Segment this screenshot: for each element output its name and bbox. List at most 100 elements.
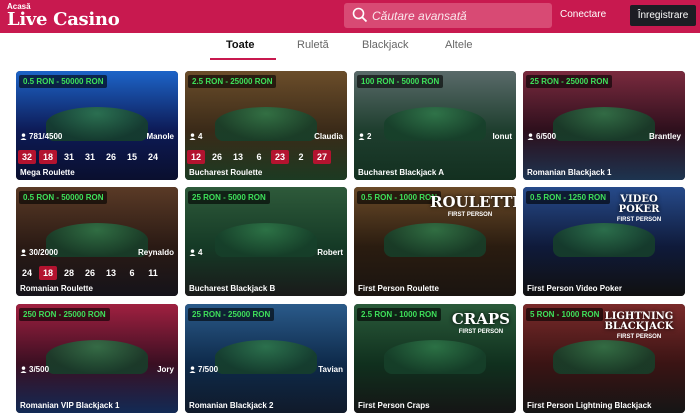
game-name: First Person Craps <box>358 401 430 410</box>
stake-range: 2.5 RON - 1000 RON <box>357 308 442 321</box>
result-number: 26 <box>105 152 116 162</box>
user-icon <box>358 133 365 140</box>
game-card[interactable]: 0.5 RON - 50000 RON 30/2000 Reynaldo 24 18 28… <box>16 187 178 296</box>
dealer-name: Ionut <box>492 132 512 141</box>
player-count-value: 30/2000 <box>29 248 58 257</box>
game-card[interactable]: 0.5 RON - 50000 RON 781/4500 Manole 32 18 31 3… <box>16 71 178 180</box>
result-number: 13 <box>105 268 116 278</box>
game-name: Bucharest Blackjack A <box>358 168 444 177</box>
result-number: 27 <box>313 150 331 164</box>
stake-range: 0.5 RON - 50000 RON <box>19 75 108 88</box>
user-icon <box>20 249 27 256</box>
result-number: 11 <box>148 268 158 278</box>
result-number: 26 <box>211 152 222 162</box>
player-count: 2 <box>358 132 371 141</box>
user-icon <box>527 133 534 140</box>
game-table-art <box>46 223 148 257</box>
top-header: Acasă Live Casino Căutare avansată Conec… <box>0 0 700 33</box>
result-number: 2 <box>298 152 304 162</box>
stake-range: 25 RON - 5000 RON <box>188 191 270 204</box>
search-placeholder: Căutare avansată <box>372 9 467 23</box>
player-count: 4 <box>189 132 202 141</box>
stake-range: 25 RON - 25000 RON <box>188 308 275 321</box>
player-count: 30/2000 <box>20 248 58 257</box>
game-brand-title: CRAPS <box>451 310 510 328</box>
game-brand-subtitle: FIRST PERSON <box>447 212 493 218</box>
game-brand-title: VIDEO POKER <box>618 194 660 215</box>
result-number: 6 <box>129 268 135 278</box>
game-card[interactable]: 25 RON - 25000 RON 7/500 Tavian Romanian Bl… <box>185 304 347 413</box>
game-name: Romanian Blackjack 1 <box>527 168 612 177</box>
result-number: 18 <box>39 266 57 280</box>
login-button[interactable]: Conectare <box>560 9 606 20</box>
game-card[interactable]: 0.5 RON - 1250 RON VIDEO POKER FIRST PERSO… <box>523 187 685 296</box>
result-number: 18 <box>39 150 57 164</box>
game-card[interactable]: 250 RON - 25000 RON 3/500 Jory Romanian VIP… <box>16 304 178 413</box>
game-table-art <box>215 340 317 374</box>
player-count-value: 781/4500 <box>29 132 63 141</box>
game-card[interactable]: 25 RON - 25000 RON 6/500 Brantley Romanian … <box>523 71 685 180</box>
user-icon <box>189 133 196 140</box>
result-number: 13 <box>232 152 243 162</box>
game-brand-logo: LIGHTNING BLACKJACK FIRST PERSON <box>599 312 679 341</box>
stake-range: 5 RON - 1000 RON <box>526 308 604 321</box>
result-number: 26 <box>84 268 95 278</box>
game-table-art <box>553 107 655 141</box>
game-table-art <box>553 340 655 374</box>
game-name: Bucharest Blackjack B <box>189 284 276 293</box>
game-card[interactable]: 5 RON - 1000 RON LIGHTNING BLACKJACK FIRST… <box>523 304 685 413</box>
active-tab-indicator <box>210 58 276 60</box>
game-card[interactable]: 25 RON - 5000 RON 4 Robert Bucharest Blackj… <box>185 187 347 296</box>
search-input[interactable]: Căutare avansată <box>344 3 552 28</box>
stake-range: 100 RON - 5000 RON <box>357 75 444 88</box>
game-name: Bucharest Roulette <box>189 168 263 177</box>
player-count-value: 7/500 <box>198 365 219 374</box>
result-number: 15 <box>126 152 137 162</box>
dealer-name: Brantley <box>648 132 681 141</box>
recent-results: 12 26 13 6 23 2 27 <box>187 147 334 164</box>
game-table-art <box>215 223 317 257</box>
tab-all[interactable]: Toate <box>226 39 255 51</box>
game-card[interactable]: 0.5 RON - 1000 RON ROULETTE FIRST PERSON Fi… <box>354 187 516 296</box>
tab-blackjack[interactable]: Blackjack <box>362 39 408 51</box>
result-number: 12 <box>187 150 205 164</box>
game-brand-subtitle: FIRST PERSON <box>616 334 662 340</box>
dealer-name: Manole <box>146 132 174 141</box>
recent-results: 32 18 31 31 26 15 24 <box>18 147 165 164</box>
search-icon <box>352 7 368 23</box>
game-name: Romanian Roulette <box>20 284 93 293</box>
game-table-art <box>384 223 486 257</box>
register-button[interactable]: Înregistrare <box>630 5 696 26</box>
user-icon <box>20 366 27 373</box>
result-number: 24 <box>147 152 158 162</box>
game-table-art <box>553 223 655 257</box>
recent-results: 24 18 28 26 13 6 11 <box>18 263 165 280</box>
game-brand-logo: VIDEO POKER FIRST PERSON <box>599 194 679 224</box>
user-icon <box>20 133 27 140</box>
game-name: Romanian VIP Blackjack 1 <box>20 401 120 410</box>
player-count: 3/500 <box>20 365 49 374</box>
player-count: 4 <box>189 248 202 257</box>
result-number: 32 <box>18 150 36 164</box>
result-number: 31 <box>84 152 95 162</box>
tab-other[interactable]: Altele <box>445 39 473 51</box>
game-card[interactable]: 100 RON - 5000 RON 2 Ionut Bucharest Blackj… <box>354 71 516 180</box>
stake-range: 2.5 RON - 25000 RON <box>188 75 277 88</box>
dealer-name: Claudia <box>314 132 343 141</box>
stake-range: 0.5 RON - 1000 RON <box>357 191 442 204</box>
user-icon <box>189 249 196 256</box>
tab-roulette[interactable]: Ruletă <box>297 39 329 51</box>
result-number: 24 <box>21 268 32 278</box>
game-card[interactable]: 2.5 RON - 1000 RON CRAPS FIRST PERSON First… <box>354 304 516 413</box>
result-number: 23 <box>271 150 289 164</box>
game-card[interactable]: 2.5 RON - 25000 RON 4 Claudia 12 26 13 6 23 2 27 B… <box>185 71 347 180</box>
player-count-value: 2 <box>367 132 372 141</box>
player-count: 781/4500 <box>20 132 62 141</box>
stake-range: 250 RON - 25000 RON <box>19 308 110 321</box>
player-count-value: 3/500 <box>29 365 50 374</box>
category-tabs: Toate Ruletă Blackjack Altele <box>0 34 700 60</box>
page-title: Live Casino <box>7 9 120 30</box>
result-number: 31 <box>63 152 74 162</box>
dealer-name: Reynaldo <box>137 248 174 257</box>
game-table-art <box>384 107 486 141</box>
